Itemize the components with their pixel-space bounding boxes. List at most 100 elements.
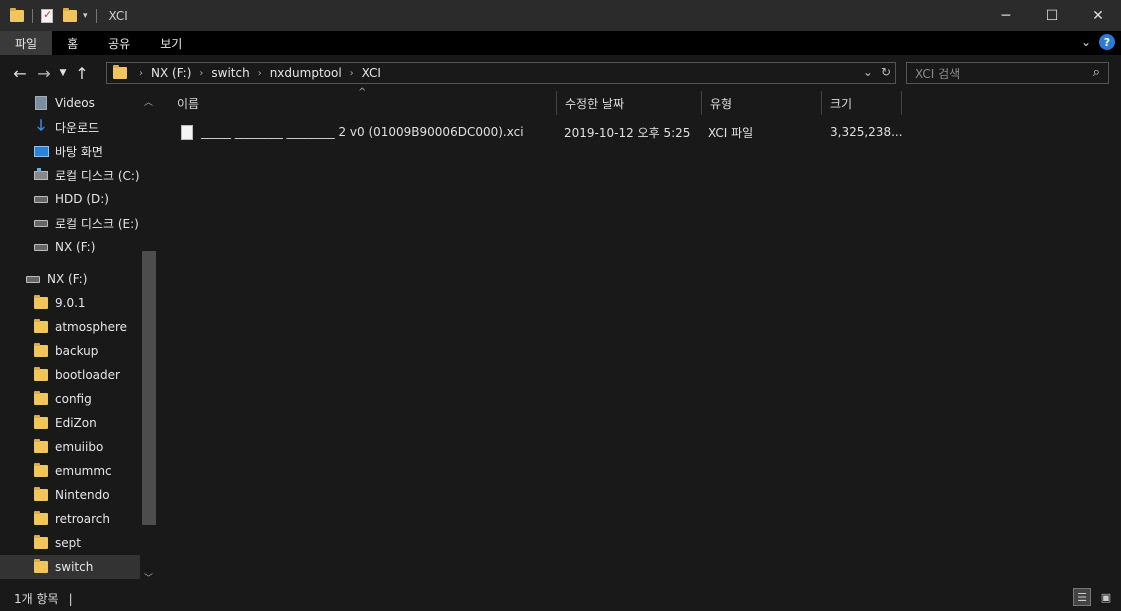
sidebar-item-drive-c[interactable]: 로컬 디스크 (C:) [0,163,140,187]
status-bar: 1개 항목 | ☰ ▣ [0,586,1121,611]
column-header-size[interactable]: 크기 [822,91,902,115]
folder-icon [34,535,48,549]
folder-icon [34,439,48,453]
folder-icon [34,511,48,525]
folder-icon [34,295,48,309]
window-controls: ─ ☐ ✕ [983,0,1121,31]
quick-access-toolbar: ▾ [0,0,101,31]
tab-view[interactable]: 보기 [145,31,197,55]
tab-home[interactable]: 홈 [52,31,93,55]
file-modified: 2019-10-12 오후 5:25 [564,125,691,140]
sidebar-item-folder[interactable]: EdiZon [0,411,140,435]
sidebar-item-videos[interactable]: Videos [0,91,140,115]
properties-icon[interactable] [41,8,53,23]
divider [95,8,97,23]
file-name-cell: _____ ________ ________ 2 v0 (01009B9000… [181,121,524,143]
recent-locations-button[interactable]: ▼ [56,68,70,78]
sidebar-item-label: 다운로드 [55,120,100,135]
breadcrumb-switch[interactable]: switch [211,66,249,80]
folder-icon [34,367,48,381]
large-icons-view-icon[interactable]: ▣ [1097,588,1115,606]
chevron-right-icon[interactable]: › [258,68,262,79]
sidebar-item-label: emummc [55,464,112,478]
sidebar-item-folder[interactable]: 9.0.1 [0,291,140,315]
folder-icon [34,463,48,477]
address-bar[interactable]: › NX (F:) › switch › nxdumptool › XCI ⌄ … [106,62,896,84]
sidebar-item-downloads[interactable]: 🡓 다운로드 [0,115,140,139]
breadcrumb-drive[interactable]: NX (F:) [151,66,191,80]
up-button[interactable]: ↑ [70,64,94,83]
breadcrumb-xci[interactable]: XCI [362,66,381,80]
sidebar-item-folder[interactable]: emummc [0,459,140,483]
column-header-name[interactable]: 이름 [169,91,557,115]
sidebar-item-desktop[interactable]: 바탕 화면 [0,139,140,163]
new-folder-icon[interactable] [63,7,77,22]
sidebar-item-folder[interactable]: bootloader [0,363,140,387]
tab-file[interactable]: 파일 [0,31,53,55]
folder-icon [34,559,48,573]
maximize-button[interactable]: ☐ [1029,0,1075,31]
sidebar-item-label: retroarch [55,512,110,526]
expand-ribbon-icon[interactable]: ⌄ [1081,35,1091,49]
search-icon[interactable]: ⌕ [1093,65,1100,80]
sidebar-item-drive-f[interactable]: NX (F:) [0,235,140,259]
refresh-icon[interactable]: ↻ [881,65,891,79]
tab-share[interactable]: 공유 [93,31,145,55]
sidebar-item-folder[interactable]: Nintendo [0,483,140,507]
download-icon: 🡓 [37,115,45,134]
chevron-right-icon[interactable]: › [199,68,203,79]
chevron-down-icon[interactable]: ▾ [83,11,88,21]
sidebar-item-drive-d[interactable]: HDD (D:) [0,187,140,211]
address-actions: ⌄ ↻ [863,65,891,79]
column-header-type[interactable]: 유형 [702,91,822,115]
file-size: 3,325,238... [830,125,903,139]
chevron-down-icon[interactable]: ⌄ [863,65,873,79]
sidebar-item-label: 로컬 디스크 (E:) [55,216,139,231]
breadcrumb-nxdumptool[interactable]: nxdumptool [270,66,342,80]
sidebar-item-folder[interactable]: config [0,387,140,411]
sidebar-item-drive-e[interactable]: 로컬 디스크 (E:) [0,211,140,235]
sidebar-item-label: emuiibo [55,440,104,454]
sidebar-item-folder[interactable]: retroarch [0,507,140,531]
table-row[interactable]: _____ ________ ________ 2 v0 (01009B9000… [171,121,911,143]
folder-icon [34,487,48,501]
sidebar-item-label: switch [55,560,94,574]
title-bar: ▾ XCI ─ ☐ ✕ [0,0,1121,31]
sidebar-item-folder[interactable]: emuiibo [0,435,140,459]
help-icon[interactable]: ? [1099,34,1115,50]
desktop-icon [33,145,49,157]
scroll-down-icon[interactable]: ﹀ [144,571,153,584]
file-type: XCI 파일 [708,125,754,140]
scroll-up-icon[interactable]: ︿ [144,95,153,108]
sidebar-item-label: Videos [55,96,95,110]
sidebar-item-label: 로컬 디스크 (C:) [55,168,140,183]
navigation-bar: ← → ▼ ↑ › NX (F:) › switch › nxdumptool … [0,55,1121,91]
sidebar-item-label: HDD (D:) [55,192,109,206]
details-view-icon[interactable]: ☰ [1073,588,1091,606]
sidebar-item-nx-root[interactable]: NX (F:) [0,267,140,291]
view-switcher: ☰ ▣ [1073,588,1115,606]
search-input[interactable]: XCI 검색 [915,65,960,82]
minimize-button[interactable]: ─ [983,0,1029,31]
column-header-modified[interactable]: 수정한 날짜 [557,91,702,115]
chevron-right-icon[interactable]: › [350,68,354,79]
sidebar-item-switch[interactable]: switch [0,555,140,579]
forward-button[interactable]: → [32,64,56,83]
window-title: XCI [108,8,128,23]
back-button[interactable]: ← [8,64,32,83]
sidebar-scrollbar[interactable]: ︿ ﹀ [140,91,158,586]
close-button[interactable]: ✕ [1075,0,1121,31]
search-box[interactable]: XCI 검색 ⌕ [906,62,1109,84]
sidebar-item-label: atmosphere [55,320,127,334]
sidebar-item-folder[interactable]: atmosphere [0,315,140,339]
item-count: 1개 항목 [14,592,59,606]
sidebar-item-label: 바탕 화면 [55,144,103,159]
system-drive-icon [34,167,48,180]
sidebar-item-folder[interactable]: sept [0,531,140,555]
sidebar-item-label: config [55,392,92,406]
drive-icon [34,195,48,203]
chevron-right-icon[interactable]: › [139,68,143,79]
scrollbar-thumb[interactable] [142,251,156,525]
folder-icon [34,391,48,405]
sidebar-item-folder[interactable]: backup [0,339,140,363]
